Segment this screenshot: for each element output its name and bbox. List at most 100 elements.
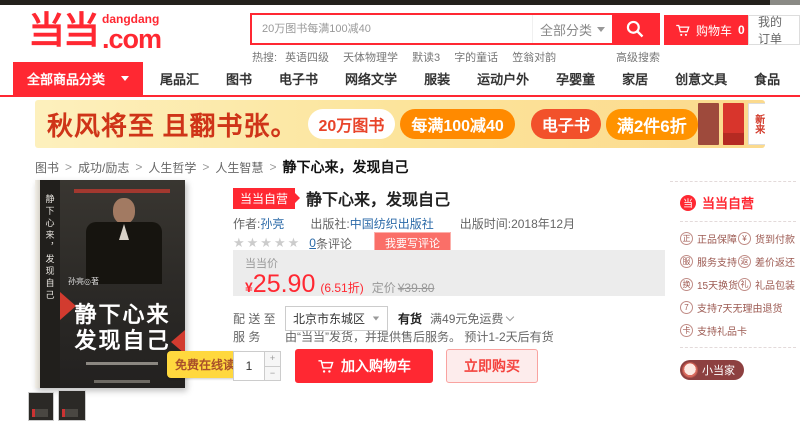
nav-item[interactable]: 尾品汇 <box>160 69 199 88</box>
free-shipping-note[interactable]: 满49元免运费 <box>430 310 513 327</box>
seven-day-return-icon: 7 <box>680 301 693 314</box>
nav-item[interactable]: 创意文具 <box>675 69 727 88</box>
author-label: 作者: <box>233 217 260 231</box>
mascot-chat-button[interactable]: 小当家 <box>680 360 744 380</box>
currency-symbol: ¥ <box>245 279 253 295</box>
banner-badge-promo: 每满100减40 <box>400 109 515 139</box>
author-portrait <box>86 198 162 284</box>
service-item[interactable]: 礼礼品包装 <box>738 277 796 292</box>
mascot-icon <box>682 362 698 378</box>
cart-count: 0 <box>738 23 745 37</box>
nav-item[interactable]: 电子书 <box>279 69 318 88</box>
quantity-decrease-button[interactable]: − <box>265 367 280 381</box>
free-read-badge[interactable]: 免费在线读 <box>167 351 243 378</box>
promo-banner[interactable]: 秋风将至 且翻书张。 20万图书 每满100减40 电子书 满2件6折 新来 <box>35 100 765 148</box>
nav-item[interactable]: 孕婴童 <box>556 69 595 88</box>
quantity-increase-button[interactable]: + <box>265 352 280 367</box>
chevron-down-icon <box>121 76 129 81</box>
all-categories-label: 全部商品分类 <box>27 69 105 88</box>
service-item[interactable]: 换15天换货 <box>680 277 738 292</box>
book-cover-image[interactable]: 静下心来，发现自己 孙亮◎著 静下心来 发现自己 <box>35 180 185 388</box>
banner-badge-books: 20万图书 <box>308 109 396 139</box>
nav-item[interactable]: 网络文学 <box>345 69 397 88</box>
banner-book-cover <box>698 103 719 145</box>
sidebar-header: 当 当当自营 <box>680 193 796 212</box>
scrollbar-nub[interactable] <box>770 0 800 5</box>
cover-subtitle-bar <box>86 362 158 365</box>
cover-thumbnail[interactable] <box>28 392 54 421</box>
search-input[interactable] <box>252 15 532 43</box>
breadcrumb-link[interactable]: 人生哲学 <box>148 159 196 176</box>
nav-item[interactable]: 运动户外 <box>477 69 529 88</box>
buy-row: + − 加入购物车 立即购买 <box>233 349 538 383</box>
main-navbar: 全部商品分类 尾品汇 图书 电子书 网络文学 服装 运动户外 孕婴童 家居 创意… <box>0 62 800 97</box>
publisher-label: 出版社: <box>310 217 349 231</box>
stock-status: 有货 <box>398 310 422 327</box>
add-to-cart-button[interactable]: 加入购物车 <box>295 349 433 383</box>
cover-thumbnail[interactable] <box>58 390 86 421</box>
service-item[interactable]: 返差价返还 <box>738 254 796 269</box>
banner-badge-ebook: 电子书 <box>531 109 601 139</box>
category-dropdown[interactable]: 全部分类 <box>532 15 612 43</box>
breadcrumb-separator: > <box>202 160 209 174</box>
product-details: 当当自营 静下心来，发现自己 作者:孙亮 出版社:中国纺织出版社 出版时间:20… <box>233 186 665 396</box>
current-price: 25.90 <box>253 272 316 297</box>
cover-tagline-bar <box>74 189 170 193</box>
self-operated-badge: 当当自营 <box>233 188 295 209</box>
breadcrumb-separator: > <box>269 160 276 174</box>
breadcrumb-separator: > <box>135 160 142 174</box>
my-orders-button[interactable]: 我的订单 <box>748 15 800 45</box>
ship-to-label: 配 送 至 <box>233 310 285 327</box>
exchange-icon: 换 <box>680 278 693 291</box>
sidebar-title: 当当自营 <box>702 193 754 212</box>
chevron-down-icon <box>597 27 605 32</box>
buy-now-button[interactable]: 立即购买 <box>446 349 538 383</box>
service-text: 由“当当”发货，并提供售后服务。 预计1-2天后有货 <box>285 328 554 345</box>
gift-wrap-icon: 礼 <box>738 278 751 291</box>
logo-domain: .com <box>102 26 161 52</box>
publisher-link[interactable]: 中国纺织出版社 <box>350 217 434 231</box>
service-support-icon: 服 <box>680 255 693 268</box>
publish-info-row: 作者:孙亮 出版社:中国纺织出版社 出版时间:2018年12月 <box>233 215 575 232</box>
review-count-link[interactable]: 0 <box>309 236 316 250</box>
search-box: 全部分类 <box>250 13 660 45</box>
all-categories-button[interactable]: 全部商品分类 <box>13 62 143 95</box>
cover-title: 静下心来 发现自己 <box>60 302 185 355</box>
service-label: 服 务 <box>233 328 285 345</box>
service-item[interactable]: 服服务支持 <box>680 254 738 269</box>
price-panel: 当当价 ¥ 25.90 (6.51折) 定价 ¥39.80 <box>233 250 665 296</box>
star-rating-icons: ★★★★★ <box>233 235 301 251</box>
dashed-divider <box>680 221 796 222</box>
service-guarantees: 正正品保障 ¥货到付款 服服务支持 返差价返还 换15天换货 礼礼品包装 7支持… <box>680 231 796 338</box>
service-item[interactable]: 正正品保障 <box>680 231 738 246</box>
nav-item[interactable]: 服装 <box>424 69 450 88</box>
product-title: 静下心来，发现自己 <box>306 186 450 210</box>
title-row: 当当自营 静下心来，发现自己 <box>233 186 450 210</box>
dangdang-logo[interactable]: 当当 dangdang .com <box>28 10 161 52</box>
banner-book-cover: 新来 <box>748 103 765 145</box>
breadcrumb-link[interactable]: 图书 <box>35 159 59 176</box>
nav-item[interactable]: 食品 <box>754 69 780 88</box>
service-item[interactable]: ¥货到付款 <box>738 231 796 246</box>
banner-badge-discount: 满2件6折 <box>606 109 698 140</box>
search-icon <box>625 19 645 39</box>
service-item[interactable]: 7支持7天无理由退货 <box>680 300 796 315</box>
breadcrumb-link[interactable]: 成功/励志 <box>78 159 129 176</box>
mascot-label: 小当家 <box>702 362 735 378</box>
nav-item[interactable]: 图书 <box>226 69 252 88</box>
banner-book-covers: 新来 <box>698 103 765 145</box>
price-label: 当当价 <box>245 255 653 271</box>
cart-button[interactable]: 购物车 0 <box>664 15 756 45</box>
author-link[interactable]: 孙亮 <box>260 217 284 231</box>
price-refund-icon: 返 <box>738 255 751 268</box>
list-price-label: 定价 <box>372 279 396 296</box>
service-item[interactable]: 卡支持礼品卡 <box>680 323 796 338</box>
quantity-input[interactable] <box>234 352 264 380</box>
gift-card-icon: 卡 <box>680 324 693 337</box>
banner-headline: 秋风将至 且翻书张。 <box>47 106 298 143</box>
breadcrumb-link[interactable]: 人生智慧 <box>215 159 263 176</box>
search-button[interactable] <box>612 15 658 43</box>
logo-characters: 当当 <box>28 10 98 52</box>
nav-item[interactable]: 家居 <box>622 69 648 88</box>
category-label: 全部分类 <box>540 20 592 39</box>
